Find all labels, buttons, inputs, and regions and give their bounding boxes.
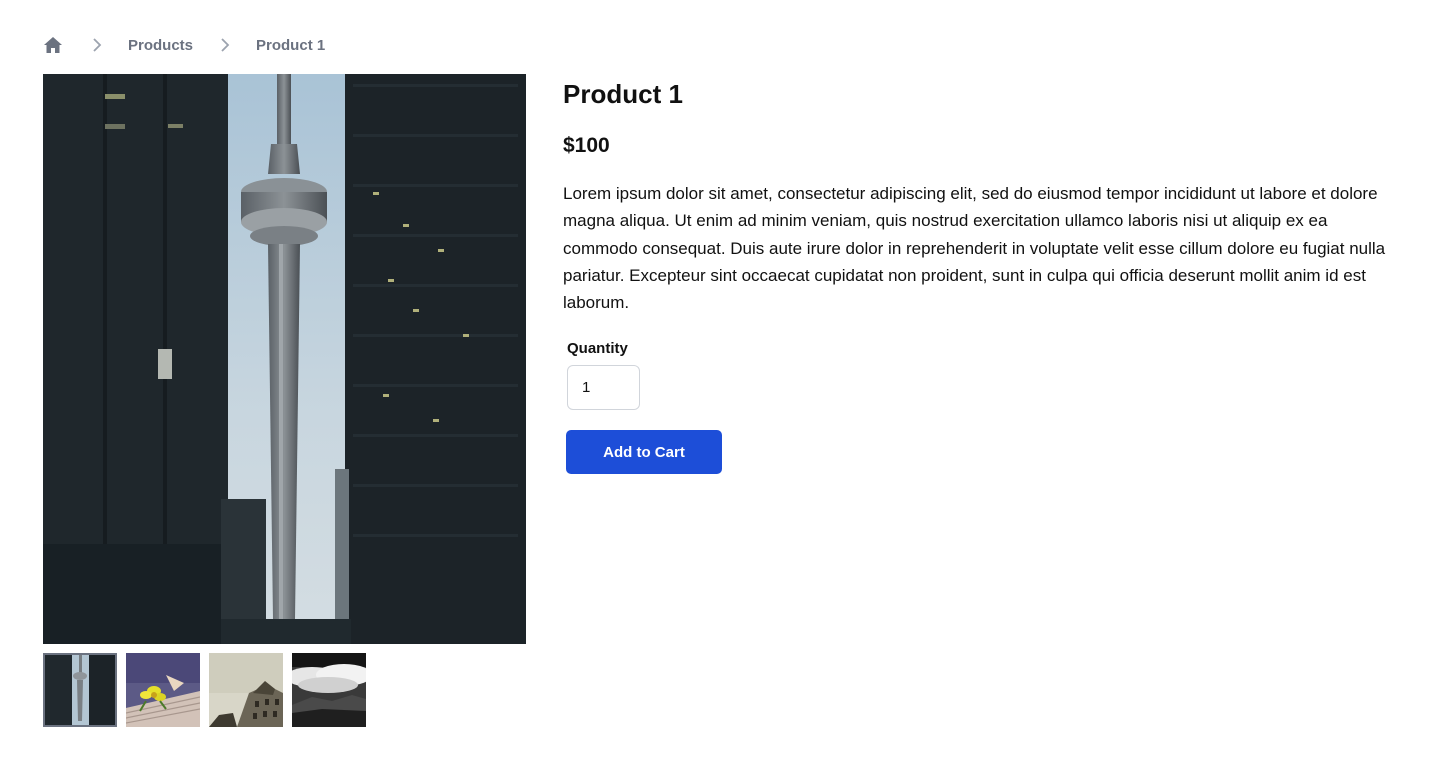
- chevron-right-icon: [92, 38, 106, 52]
- thumbnail-gallery: [43, 653, 366, 727]
- chevron-right-icon: [220, 38, 234, 52]
- home-icon[interactable]: [43, 34, 65, 56]
- add-to-cart-button[interactable]: Add to Cart: [566, 430, 722, 475]
- breadcrumb-current-page: Product 1: [256, 36, 326, 54]
- thumbnail-flower-books[interactable]: [126, 653, 200, 727]
- product-main-image: [43, 74, 526, 644]
- thumbnail-building-facade[interactable]: [209, 653, 283, 727]
- breadcrumb-products-link[interactable]: Products: [128, 37, 193, 54]
- quantity-label: Quantity: [567, 340, 628, 358]
- breadcrumb: Products Product 1: [43, 33, 325, 57]
- quantity-input[interactable]: [567, 365, 640, 411]
- thumbnail-mountain-clouds[interactable]: [292, 653, 366, 727]
- product-price: $100: [563, 134, 610, 157]
- product-info: Product 1 $100 Lorem ipsum dolor sit ame…: [563, 74, 1393, 475]
- thumbnail-cn-tower[interactable]: [43, 653, 117, 727]
- product-description: Lorem ipsum dolor sit amet, consectetur …: [563, 184, 1386, 313]
- product-title: Product 1: [563, 79, 683, 109]
